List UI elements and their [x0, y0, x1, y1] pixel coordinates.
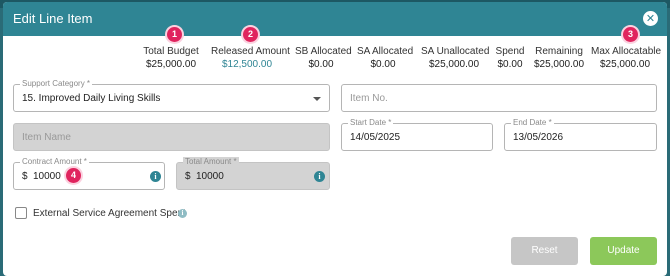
support-category-value: 15. Improved Daily Living Skills [22, 93, 161, 104]
start-date-label: Start Date * [348, 118, 394, 128]
contract-amount-value: 10000 [33, 171, 61, 182]
reset-button[interactable]: Reset [511, 237, 578, 265]
info-icon[interactable]: i [150, 171, 161, 182]
external-agreement-label: External Service Agreement Spent [33, 208, 186, 219]
end-date-value: 13/05/2026 [513, 132, 564, 143]
stat-value: $0.00 [497, 59, 523, 70]
stat-label: SA Unallocated [421, 46, 490, 57]
stat-label: SB Allocated [295, 46, 352, 57]
stat-label: Remaining [535, 46, 583, 57]
stat-value: $25,000.00 [533, 59, 585, 70]
item-no-placeholder: Item No. [350, 93, 388, 104]
end-date-field[interactable]: End Date * 13/05/2026 [504, 118, 657, 151]
info-icon[interactable]: i [314, 171, 325, 182]
contract-amount-field[interactable]: Contract Amount * $ 10000 i [13, 157, 165, 190]
end-date-label: End Date * [511, 118, 554, 128]
item-name-input: Item Name [13, 123, 330, 151]
stat-value: $0.00 [308, 59, 334, 70]
start-date-value: 14/05/2025 [350, 132, 401, 143]
stat-max-allocatable: Max Allocatable $25,000.00 [591, 46, 662, 70]
chevron-down-icon [313, 97, 321, 101]
info-icon[interactable]: i [178, 209, 187, 218]
support-category-select[interactable]: Support Category * 15. Improved Daily Li… [13, 79, 330, 112]
annotation-badge-1: 1 [167, 27, 182, 42]
stat-label: Spend [495, 46, 525, 57]
stat-spend: Spend $0.00 [495, 46, 525, 70]
external-agreement-checkbox[interactable] [15, 207, 27, 219]
annotation-badge-2: 2 [243, 27, 258, 42]
support-category-label: Support Category * [20, 79, 93, 89]
currency-symbol: $ [185, 171, 191, 182]
total-amount-label: Total Amount * [183, 157, 239, 167]
stat-value: $25,000.00 [145, 59, 197, 70]
annotation-badge-4: 4 [66, 168, 81, 183]
stat-sb-allocated: SB Allocated $0.00 [295, 46, 352, 70]
dialog-title: Edit Line Item [13, 11, 93, 26]
annotation-badge-3: 3 [623, 27, 638, 42]
stat-label: Released Amount [211, 46, 290, 57]
total-amount-value: 10000 [196, 171, 224, 182]
stat-label: Max Allocatable [591, 46, 662, 57]
contract-amount-label: Contract Amount * [20, 157, 89, 167]
stat-value: $25,000.00 [428, 59, 480, 70]
update-button[interactable]: Update [590, 237, 657, 265]
stat-sa-unallocated: SA Unallocated $25,000.00 [421, 46, 490, 70]
stat-remaining: Remaining $25,000.00 [533, 46, 585, 70]
stat-value: $25,000.00 [599, 59, 651, 70]
edit-line-item-dialog: Edit Line Item ✕ Total Budget $25,000.00… [3, 2, 667, 276]
stat-total-budget: Total Budget $25,000.00 [143, 46, 199, 70]
total-amount-field: Total Amount * $ 10000 i [176, 157, 330, 190]
stat-label: SA Allocated [357, 46, 414, 57]
start-date-field[interactable]: Start Date * 14/05/2025 [341, 118, 493, 151]
stat-released-amount: Released Amount $12,500.00 [211, 46, 290, 70]
stat-value: $12,500.00 [221, 59, 273, 70]
stat-label: Total Budget [143, 46, 199, 57]
close-icon[interactable]: ✕ [643, 11, 658, 26]
dialog-header: Edit Line Item ✕ [3, 2, 667, 36]
currency-symbol: $ [22, 171, 28, 182]
stat-sa-allocated: SA Allocated $0.00 [357, 46, 414, 70]
item-no-input[interactable]: Item No. [341, 84, 657, 112]
item-name-placeholder: Item Name [22, 132, 71, 143]
stat-value: $0.00 [370, 59, 396, 70]
